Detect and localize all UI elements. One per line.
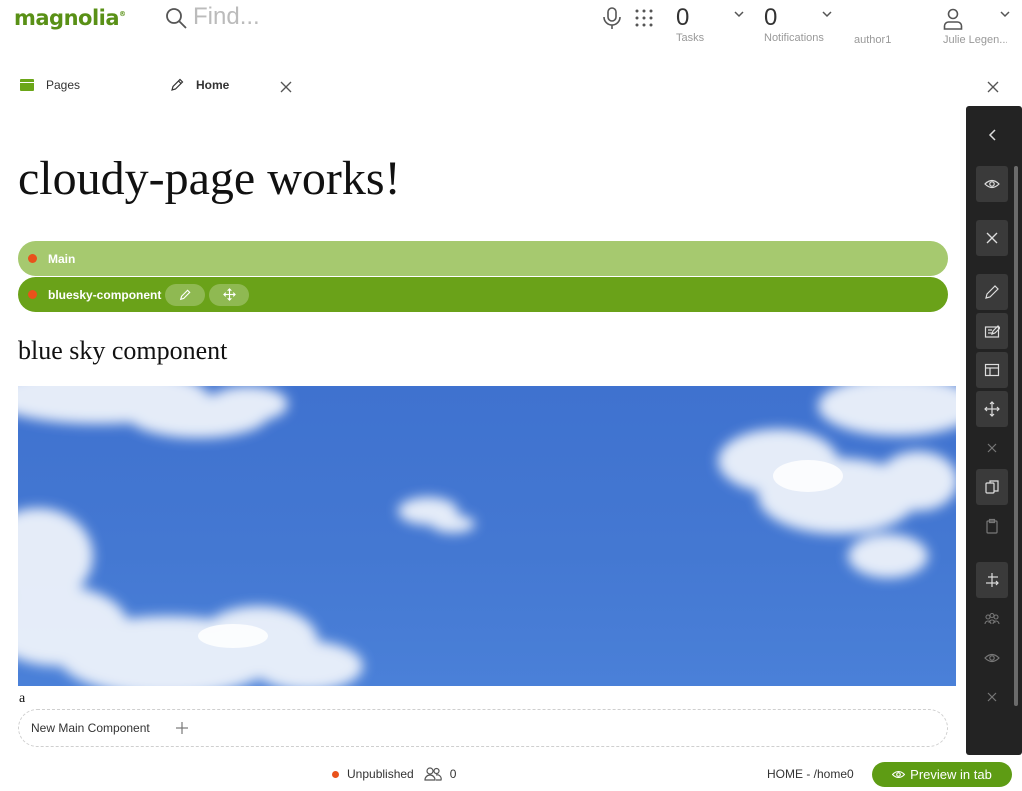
chevron-left-icon[interactable]: [986, 128, 1000, 142]
pencil-icon: [171, 78, 184, 91]
tasks-count: 0: [676, 4, 690, 31]
tab-home-label: Home: [196, 78, 230, 92]
permissions-button[interactable]: [976, 601, 1008, 637]
tab-pages-label: Pages: [46, 78, 81, 92]
close-editor-button[interactable]: [976, 220, 1008, 256]
paste-icon: [986, 518, 998, 534]
users-count: 0: [449, 767, 457, 781]
paste-button[interactable]: [976, 508, 1008, 544]
close-icon: [987, 692, 997, 702]
export-icon: [986, 573, 999, 587]
move-icon: [223, 288, 236, 301]
page-editor-toolbar: [966, 106, 1022, 755]
area-status-dot: [28, 254, 37, 263]
notifications-counter[interactable]: 0 Notifications: [764, 4, 824, 44]
app-launcher-icon[interactable]: [634, 8, 654, 28]
component-heading: blue sky component: [18, 336, 228, 365]
toolbar-scrollbar[interactable]: [1014, 166, 1018, 706]
new-main-component-area[interactable]: New Main Component: [18, 709, 948, 747]
component-status-dot: [28, 290, 37, 299]
pages-icon: [20, 79, 34, 91]
users-icon: [424, 767, 442, 781]
tab-pages[interactable]: Pages: [20, 78, 80, 92]
eye-icon: [892, 770, 906, 779]
template-button[interactable]: [976, 352, 1008, 388]
tab-close-icon[interactable]: [280, 81, 292, 93]
app-close-icon[interactable]: [987, 81, 999, 93]
tasks-label: Tasks: [676, 32, 705, 44]
copy-button[interactable]: [976, 469, 1008, 505]
user-name[interactable]: Julie Legen...: [943, 34, 1007, 46]
notifications-label: Notifications: [764, 32, 824, 44]
unpublish-button[interactable]: [976, 679, 1008, 715]
add-component-icon[interactable]: [175, 722, 188, 734]
show-button[interactable]: [976, 640, 1008, 676]
status-label: Unpublished: [347, 767, 414, 781]
microphone-icon[interactable]: [601, 6, 623, 30]
cloud-shapes: [18, 386, 956, 686]
search-input[interactable]: [193, 3, 573, 31]
eye-icon: [984, 653, 1000, 663]
tab-home[interactable]: Home: [170, 78, 229, 92]
preview-label: Preview in tab: [910, 767, 992, 782]
template-icon: [984, 363, 1000, 377]
main-area-label: Main: [48, 251, 76, 266]
search-icon: [166, 8, 187, 29]
publish-status: Unpublished 0: [332, 767, 456, 781]
magnolia-logo[interactable]: magnolia®: [14, 6, 126, 30]
close-icon: [986, 232, 998, 244]
component-label: bluesky-component: [48, 287, 162, 302]
permissions-icon: [984, 612, 1000, 625]
blue-sky-image: [18, 386, 956, 686]
logo-registered-mark: ®: [119, 10, 126, 18]
user-icon[interactable]: [943, 8, 963, 30]
notifications-chevron-down-icon[interactable]: [822, 10, 832, 18]
component-bar[interactable]: bluesky-component: [18, 277, 948, 312]
preview-in-tab-button[interactable]: Preview in tab: [872, 762, 1012, 787]
move-icon: [984, 401, 1000, 417]
app-window: magnolia® 0 Tasks 0 Notifications author…: [0, 0, 1022, 791]
user-chevron-down-icon[interactable]: [1000, 10, 1010, 18]
status-dot: [332, 770, 339, 778]
tasks-counter[interactable]: 0 Tasks: [676, 4, 704, 44]
preview-button[interactable]: [976, 166, 1008, 202]
new-component-label: New Main Component: [31, 721, 150, 735]
author-label: author1: [854, 34, 892, 46]
copy-icon: [985, 480, 999, 494]
edit-component-button[interactable]: [165, 283, 206, 306]
edit-icon: [985, 285, 999, 299]
edit-page-properties-icon: [984, 325, 1000, 338]
export-button[interactable]: [976, 562, 1008, 598]
tasks-chevron-down-icon[interactable]: [734, 10, 744, 18]
page-path: HOME - /home0: [767, 767, 854, 781]
logo-text: magnolia: [14, 6, 120, 30]
edit-button[interactable]: [976, 274, 1008, 310]
main-area-bar[interactable]: Main: [18, 241, 948, 276]
image-caption: a: [19, 691, 26, 706]
move-component-button[interactable]: [209, 283, 250, 306]
preview-icon: [984, 179, 1000, 189]
delete-icon: [987, 443, 997, 453]
move-button[interactable]: [976, 391, 1008, 427]
notifications-count: 0: [764, 4, 778, 31]
pencil-icon: [180, 288, 191, 300]
page-title: cloudy-page works!: [18, 152, 401, 205]
delete-button[interactable]: [976, 430, 1008, 466]
edit-page-properties-button[interactable]: [976, 313, 1008, 349]
